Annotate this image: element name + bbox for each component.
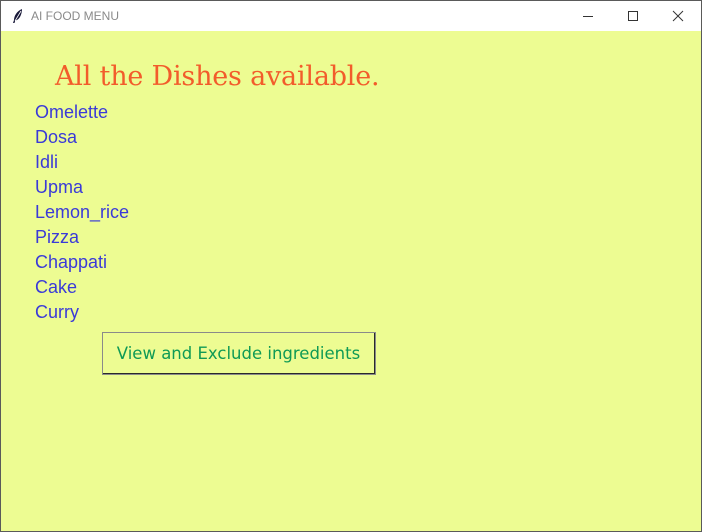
dish-item: Upma — [35, 177, 84, 197]
page-title: All the Dishes available. — [55, 61, 380, 92]
feather-icon — [11, 8, 25, 24]
maximize-button[interactable] — [610, 1, 656, 31]
close-button[interactable] — [655, 1, 701, 31]
title-bar[interactable]: AI FOOD MENU — [1, 1, 701, 31]
maximize-icon — [628, 11, 638, 21]
minimize-button[interactable] — [565, 1, 611, 31]
app-window: AI FOOD MENU All the Dishes available. O… — [0, 0, 702, 532]
dish-item: Cake — [35, 277, 78, 297]
dish-item: Pizza — [35, 227, 80, 247]
dish-list: Omelette Dosa Idli Upma Lemon_rice Pizza… — [35, 100, 129, 325]
view-exclude-ingredients-button[interactable]: View and Exclude ingredients — [102, 332, 376, 375]
minimize-icon — [583, 16, 593, 17]
dish-item: Idli — [35, 152, 59, 172]
dish-item: Chappati — [35, 252, 108, 272]
dish-item: Lemon_rice — [35, 202, 130, 222]
dish-item: Omelette — [35, 102, 109, 122]
close-icon — [672, 10, 684, 22]
window-title: AI FOOD MENU — [31, 9, 120, 23]
dish-item: Dosa — [35, 127, 78, 147]
dish-item: Curry — [35, 302, 79, 322]
